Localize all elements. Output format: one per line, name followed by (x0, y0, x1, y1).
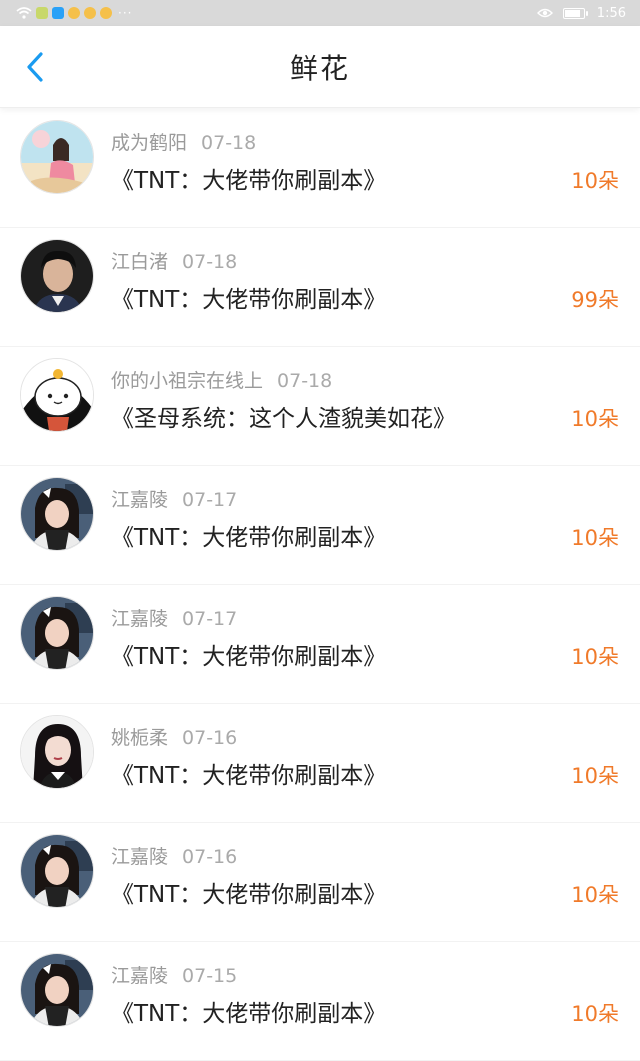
list-item[interactable]: 江嘉陵 07-17 《TNT：大佬带你刷副本》 10朵 (0, 585, 640, 704)
record-meta: 江嘉陵 07-15 (111, 961, 237, 988)
list-item[interactable]: 姚栀柔 07-16 《TNT：大佬带你刷副本》 10朵 (0, 704, 640, 823)
book-title: 《TNT：大佬带你刷副本》 (111, 168, 387, 194)
flower-amount: 10朵 (571, 407, 619, 431)
book-title: 《TNT：大佬带你刷副本》 (111, 1001, 387, 1027)
status-time: 1:56 (596, 5, 626, 21)
flower-amount: 10朵 (571, 526, 619, 550)
wifi-icon (16, 7, 32, 19)
book-title: 《圣母系统：这个人渣貌美如花》 (111, 406, 456, 432)
status-bar: ··· 1:56 (0, 0, 640, 26)
user-name: 江嘉陵 (111, 965, 169, 987)
record-meta: 江嘉陵 07-17 (111, 604, 237, 631)
eye-icon (536, 8, 553, 18)
avatar-girl (21, 597, 93, 669)
user-name: 江嘉陵 (111, 846, 169, 868)
list-item[interactable]: 江嘉陵 07-17 《TNT：大佬带你刷副本》 10朵 (0, 466, 640, 585)
record-meta: 姚栀柔 07-16 (111, 723, 237, 750)
flower-amount: 10朵 (571, 764, 619, 788)
weibo-icon (100, 7, 112, 19)
record-date: 07-18 (277, 370, 333, 392)
record-meta: 成为鹤阳 07-18 (111, 128, 256, 155)
weibo-icon (84, 7, 96, 19)
record-date: 07-16 (182, 846, 238, 868)
avatar[interactable] (20, 477, 94, 551)
avatar[interactable] (20, 239, 94, 313)
avatar[interactable] (20, 953, 94, 1027)
avatar-woman (21, 716, 93, 788)
flower-amount: 99朵 (571, 288, 619, 312)
battery-icon (562, 7, 588, 19)
record-date: 07-15 (182, 965, 238, 987)
avatar[interactable] (20, 834, 94, 908)
avatar[interactable] (20, 596, 94, 670)
avatar-girl (21, 835, 93, 907)
record-date: 07-18 (182, 251, 238, 273)
book-title: 《TNT：大佬带你刷副本》 (111, 763, 387, 789)
avatar[interactable] (20, 120, 94, 194)
avatar-illustration (21, 121, 93, 193)
flower-record-list: 成为鹤阳 07-18 《TNT：大佬带你刷副本》 10朵 江白渚 07-18 《TN… (0, 109, 640, 1061)
record-meta: 你的小祖宗在线上 07-18 (111, 366, 332, 393)
avatar-man (21, 240, 93, 312)
user-name: 成为鹤阳 (111, 132, 188, 154)
book-title: 《TNT：大佬带你刷副本》 (111, 644, 387, 670)
record-meta: 江嘉陵 07-17 (111, 485, 237, 512)
avatar-girl (21, 954, 93, 1026)
back-button[interactable] (18, 50, 52, 84)
record-date: 07-16 (182, 727, 238, 749)
list-item[interactable]: 江白渚 07-18 《TNT：大佬带你刷副本》 99朵 (0, 228, 640, 347)
avatar-cartoon (21, 359, 93, 431)
flower-amount: 10朵 (571, 883, 619, 907)
list-item[interactable]: 江嘉陵 07-15 《TNT：大佬带你刷副本》 10朵 (0, 942, 640, 1061)
record-meta: 江嘉陵 07-16 (111, 842, 237, 869)
book-title: 《TNT：大佬带你刷副本》 (111, 525, 387, 551)
record-date: 07-17 (182, 489, 238, 511)
status-left: ··· (16, 6, 132, 20)
qq-icon (52, 7, 64, 19)
book-title: 《TNT：大佬带你刷副本》 (111, 287, 387, 313)
flower-amount: 10朵 (571, 645, 619, 669)
book-title: 《TNT：大佬带你刷副本》 (111, 882, 387, 908)
weibo-icon (68, 7, 80, 19)
user-name: 江嘉陵 (111, 489, 169, 511)
wechat-icon (36, 7, 48, 19)
avatar-girl (21, 478, 93, 550)
status-right: 1:56 (536, 5, 626, 21)
page-title: 鲜花 (289, 51, 350, 85)
user-name: 江嘉陵 (111, 608, 169, 630)
avatar[interactable] (20, 358, 94, 432)
more-dots-icon: ··· (118, 6, 133, 20)
app-header: 鲜花 (0, 26, 640, 108)
user-name: 你的小祖宗在线上 (111, 370, 264, 392)
flower-amount: 10朵 (571, 169, 619, 193)
chevron-left-icon (27, 52, 43, 82)
record-date: 07-17 (182, 608, 238, 630)
record-meta: 江白渚 07-18 (111, 247, 237, 274)
user-name: 江白渚 (111, 251, 169, 273)
avatar[interactable] (20, 715, 94, 789)
list-item[interactable]: 你的小祖宗在线上 07-18 《圣母系统：这个人渣貌美如花》 10朵 (0, 347, 640, 466)
list-item[interactable]: 成为鹤阳 07-18 《TNT：大佬带你刷副本》 10朵 (0, 109, 640, 228)
list-item[interactable]: 江嘉陵 07-16 《TNT：大佬带你刷副本》 10朵 (0, 823, 640, 942)
record-date: 07-18 (201, 132, 257, 154)
user-name: 姚栀柔 (111, 727, 169, 749)
